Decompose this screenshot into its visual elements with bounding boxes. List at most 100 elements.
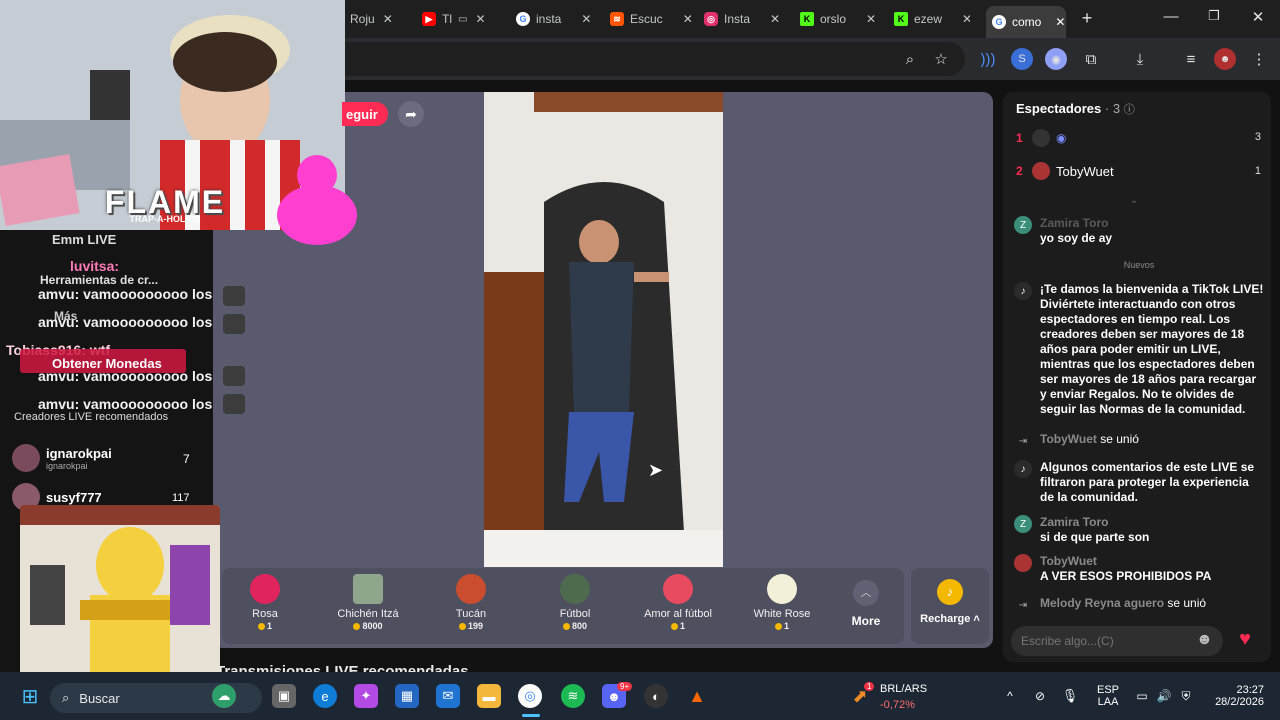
obs-icon[interactable]: ◐ [644,684,668,708]
new-tab-button[interactable]: + [1072,8,1102,29]
viewer-row[interactable]: 2 TobyWuet [1016,162,1114,180]
like-heart-button[interactable]: ♥ [1232,628,1258,654]
tab-label: ezew [914,12,943,26]
viewer-name: TobyWuet [1056,163,1114,179]
task-view-icon[interactable]: ▣ [272,684,296,708]
tab-youtube[interactable]: ▶ Tl ▭ ✕ [422,6,504,32]
emote-icon [223,286,245,306]
heart-ball-icon [663,574,693,604]
gift-white-rose[interactable]: White Rose 1 [732,574,832,631]
copilot-icon[interactable]: ✦ [354,684,378,708]
clock[interactable]: 23:27 28/2/2026 [1198,684,1264,708]
gift-cost: 1 [783,621,789,631]
more-label: More [851,614,881,628]
close-icon[interactable]: ✕ [683,12,693,26]
language-indicator[interactable]: ESP LAA [1097,684,1119,708]
tab-active-google[interactable]: G como ✕ [986,6,1066,38]
gift-name: Fútbol [559,608,591,620]
gift-name: White Rose [753,608,811,620]
discord-badge-icon: ◉ [1056,131,1067,145]
chevron-up-icon[interactable]: ^ [998,684,1022,708]
close-icon[interactable]: ✕ [383,12,393,26]
microphone-icon[interactable]: 🎙 [1058,684,1082,708]
menu-kebab-icon[interactable]: ⋮ [1248,48,1270,70]
close-icon[interactable]: ✕ [770,12,780,26]
tab-roju[interactable]: Roju ✕ [350,6,410,32]
spotify-icon[interactable]: ≋ [561,684,585,708]
outlook-icon[interactable]: ✉ [436,684,460,708]
close-icon[interactable]: ✕ [1055,15,1065,29]
message-user: TobyWuet [1040,432,1097,446]
emoji-icon[interactable]: ☻ [1196,631,1213,649]
live-video[interactable] [484,92,723,567]
tab-google-insta[interactable]: G insta ✕ [516,6,602,32]
tab-soundcloud[interactable]: ≋ Escuc ✕ [610,6,694,32]
close-icon[interactable]: ✕ [581,12,591,26]
media-controls-icon[interactable]: ≡ [1180,48,1202,70]
pyramid-icon [353,574,383,604]
windows-start-icon[interactable]: ⊞ [18,684,42,708]
gift-futbol[interactable]: Fútbol 800 [525,574,625,631]
vlc-icon[interactable]: ▲ [685,684,709,708]
download-icon[interactable]: ⤓ [1129,48,1151,70]
close-icon[interactable]: ✕ [866,12,876,26]
creator-name: ignarokpai [46,445,112,461]
gift-chichen-itza[interactable]: Chichén Itzá 8000 [318,574,418,631]
gift-tucan[interactable]: Tucán 199 [421,574,521,631]
edge-icon[interactable]: e [313,684,337,708]
extension-audio-icon[interactable]: ))) [977,48,999,70]
address-bar[interactable] [345,42,965,76]
tab-kick-orslo[interactable]: K orslo ✕ [800,6,876,32]
flame-logo-subtitle: TRAP-A-HOLICS [129,214,201,224]
message-user: Zamira Toro [1040,216,1109,230]
tab-label: Insta [724,12,751,26]
tab-label: como [1012,15,1042,29]
more-gifts-button[interactable]: ︿ More [846,578,886,628]
viewers-heading[interactable]: Espectadores · 3 ⓘ [1016,101,1135,117]
restore-button[interactable]: ❐ [1199,8,1229,24]
store-icon[interactable]: ▦ [395,684,419,708]
recommended-creator[interactable]: ignarokpai ignarokpai [12,444,112,472]
creator-handle: ignarokpai [46,460,88,471]
overlay-chat-line: amvu: vamooooooooo los [38,368,213,384]
gift-rosa[interactable]: Rosa 1 [215,574,315,631]
chevron-down-icon[interactable]: ⌄ [1130,195,1138,206]
gift-cost: 199 [467,621,484,631]
volume-icon[interactable]: 🔊 [1152,684,1176,708]
extensions-puzzle-icon[interactable]: ⧉ [1080,48,1102,70]
recommended-creators-heading: Creadores LIVE recomendados [14,411,169,423]
message-text: se unió [1100,432,1139,446]
profile-avatar-icon[interactable]: ☻ [1214,48,1236,70]
tab-kick-ezew[interactable]: K ezew ✕ [894,6,970,32]
file-explorer-icon[interactable]: ▬ [477,684,501,708]
follow-button[interactable]: eguir [342,102,388,126]
weather-widget-icon[interactable]: ☁ [212,684,236,708]
soundcloud-icon: ≋ [610,12,624,26]
close-window-button[interactable]: ✕ [1243,8,1273,26]
chrome-icon[interactable]: ◎ [518,684,542,708]
menu-item-herramientas[interactable]: Herramientas de cr... [40,273,158,287]
recharge-button[interactable]: ♪ Recharge ˄ [911,568,989,644]
avatar [1032,129,1050,147]
shield-icon[interactable]: ⛨ [1174,684,1198,708]
monitor-icon[interactable]: ▭ [1130,684,1154,708]
minimize-button[interactable]: — [1156,8,1186,25]
chevron-up-icon: ˄ [973,613,980,625]
mute-notifications-icon[interactable]: ⊘ [1028,684,1052,708]
close-icon[interactable]: ✕ [962,12,970,26]
chat-input[interactable] [1011,626,1223,656]
extension-blue-icon[interactable]: S [1011,48,1033,70]
gift-amor-al-futbol[interactable]: Amor al fútbol 1 [628,574,728,631]
bookmark-star-icon[interactable]: ☆ [930,48,952,70]
viewer-row[interactable]: 1 ◉ [1016,129,1072,147]
zoom-icon[interactable]: ⌕ [899,48,921,70]
keyboard-layout: LAA [1097,696,1119,708]
language-code: ESP [1097,684,1120,696]
follow-label: eguir [346,106,378,122]
share-button[interactable]: ➦ [398,101,424,127]
close-icon[interactable]: ✕ [475,12,485,26]
overlay-line: luvitsa: [70,258,120,274]
extension-lens-icon[interactable]: ◉ [1045,48,1067,70]
help-icon[interactable]: ⓘ [1124,104,1135,116]
tab-instagram[interactable]: ◎ Insta ✕ [704,6,788,32]
